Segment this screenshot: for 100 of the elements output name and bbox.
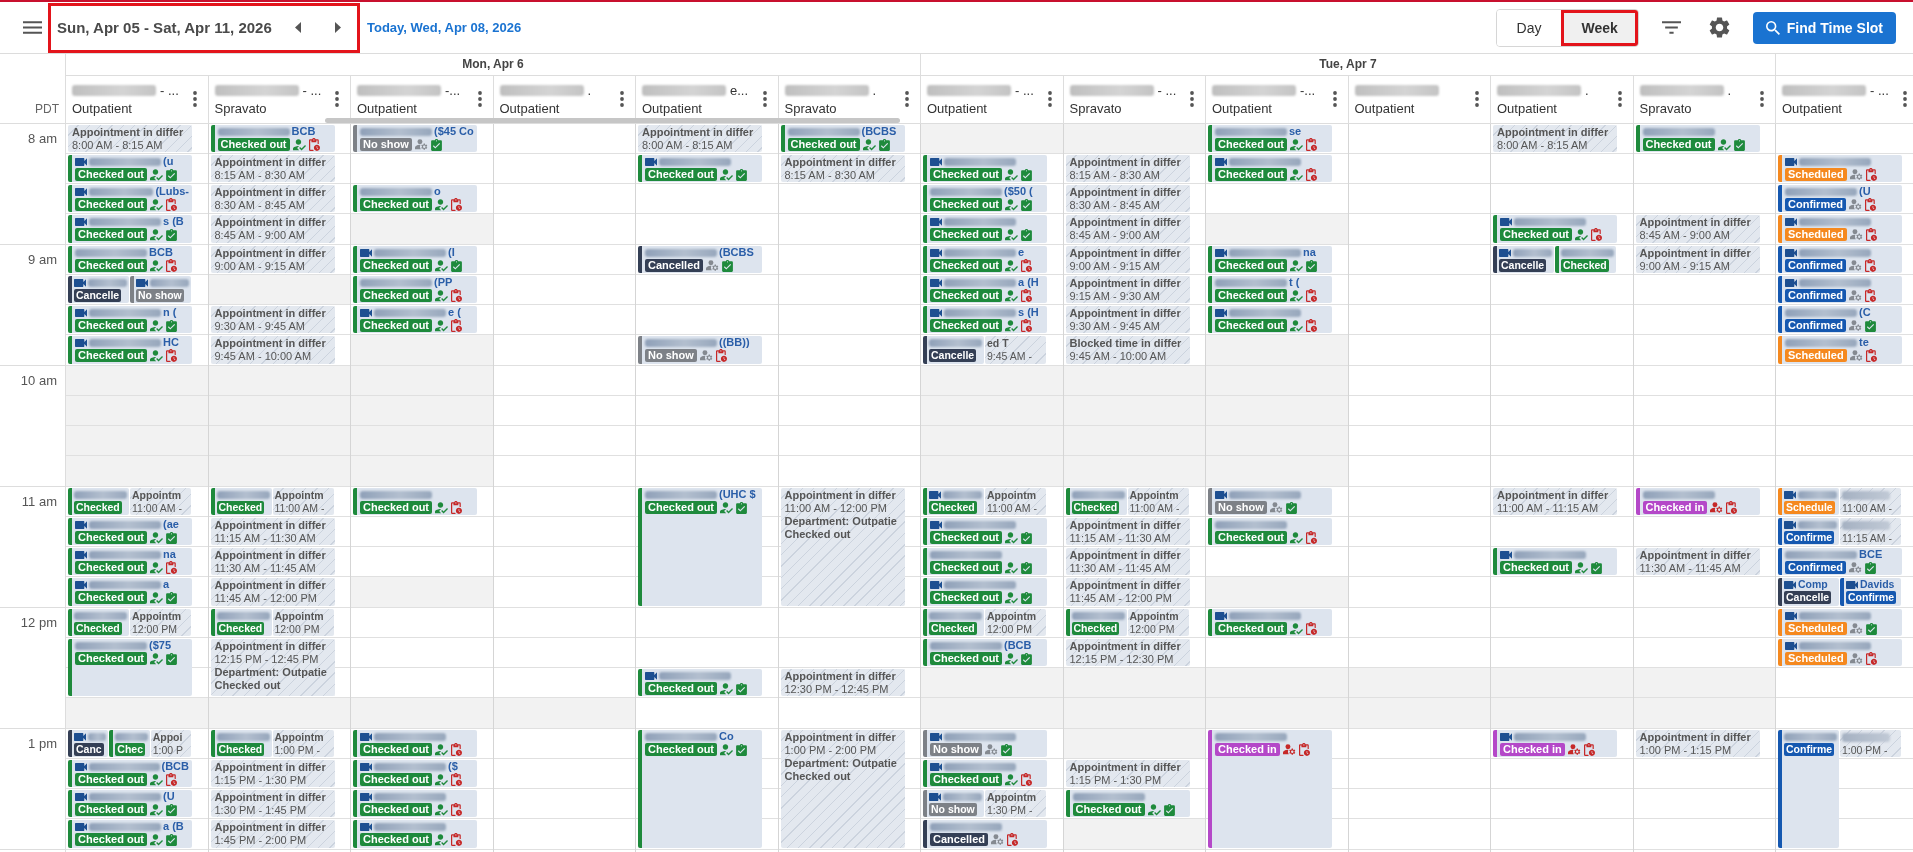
time-slot[interactable]: Cancelle No show [66,275,208,305]
time-slot[interactable]: n ( Checked out [66,305,208,335]
time-slot[interactable]: (C Confirmed [1776,305,1913,335]
time-slot[interactable]: Checked out [351,487,493,517]
appointment-card[interactable]: Checked [210,488,272,515]
time-slot[interactable]: Checked out [1206,608,1348,638]
time-slot[interactable]: Checked out [921,547,1063,577]
time-slot[interactable]: No show Appointm 1:30 PM - [921,789,1063,819]
time-slot[interactable]: Appointment in differ 1:30 PM - 1:45 PM [208,789,350,819]
appointment-card[interactable]: Checked out [1493,548,1617,575]
time-slot[interactable]: BCB Checked out [208,124,350,154]
appointment-card[interactable]: Checked out [638,669,762,696]
time-slot[interactable]: Appointment in differ 8:45 AM - 9:00 AM [208,214,350,245]
time-slot[interactable]: Appointment in differ 8:45 AM - 9:00 AM [1633,214,1775,245]
time-slot[interactable] [1063,124,1205,154]
appointment-card[interactable]: Checked [923,488,984,515]
time-slot[interactable] [351,426,493,456]
appointment-card[interactable]: Checked out [923,548,1047,575]
appointment-card[interactable]: (U Checked out [68,790,192,817]
time-slot[interactable] [1633,698,1775,729]
time-slot[interactable] [351,456,493,487]
department-block[interactable]: Appointment in differ 11:15 AM - 11:30 AM [1065,518,1190,545]
department-block[interactable]: Appointment in differ 8:45 AM - 9:00 AM [210,215,335,243]
appointment-card[interactable]: Checked out [923,518,1047,545]
appointment-card[interactable]: Cancelle [1493,246,1554,273]
time-slot[interactable]: Checked Appointm 12:00 PM [1063,608,1205,638]
time-slot[interactable]: Appointment in differ 11:30 AM - 11:45 AM [208,547,350,577]
department-block[interactable]: Appointment in differ 1:15 PM - 1:30 PM [1065,760,1190,787]
department-block[interactable]: Appointm 11:00 AM - [272,488,334,515]
time-slot[interactable]: Appointment in differ 1:45 PM - 2:00 PM [208,819,350,850]
time-slot[interactable]: Appointment in differ 8:00 AM - 8:15 AM [1491,124,1633,154]
appointment-card[interactable]: Confirme [1778,518,1839,545]
department-block[interactable]: Appointment in differ 9:00 AM - 9:15 AM [1635,246,1760,273]
appointment-card[interactable]: Checked out [353,820,477,848]
time-slot[interactable] [1063,668,1205,698]
menu-button[interactable] [22,18,43,37]
time-slot[interactable] [208,456,350,487]
appointment-card[interactable]: s (H Checked out [923,306,1047,333]
department-block[interactable]: Appointment in differ 9:00 AM - 9:15 AM [210,246,335,273]
time-slot[interactable]: Appointment in differ 12:15 PM - 12:45 PM Department: Outpatie Checked out [208,638,350,698]
time-slot[interactable] [1206,577,1348,608]
department-block[interactable]: Appointment in differ 8:30 AM - 8:45 AM [1065,185,1190,212]
time-slot[interactable] [1206,396,1348,426]
time-slot[interactable]: s (B Checked out [66,214,208,245]
department-block[interactable]: 1:00 PM - [1840,730,1901,757]
time-slot[interactable]: Blocked time in differ 9:45 AM - 10:00 AM [1063,335,1205,366]
time-slot[interactable]: se Checked out [1206,124,1348,154]
time-slot[interactable]: Checked out [351,729,493,759]
time-slot[interactable]: Checked out [1633,124,1775,154]
appointment-card[interactable]: ($50 ( Checked out [923,185,1047,212]
time-slot[interactable]: BCE Confirmed [1776,547,1913,577]
time-slot[interactable] [208,366,350,396]
appointment-card[interactable]: Checked out [1493,215,1617,243]
appointment-card[interactable]: (U Confirmed [1778,185,1902,212]
time-slot[interactable] [1063,426,1205,456]
appointment-card[interactable]: Checked out [923,760,1047,787]
department-block[interactable]: Appointment in differ 8:15 AM - 8:30 AM [210,155,335,182]
appointment-card[interactable]: Davids Confirme [1840,578,1901,606]
appointment-card[interactable]: Checked out [1208,306,1332,333]
appointment-card[interactable]: s (B Checked out [68,215,192,243]
time-slot[interactable]: Appointment in differ 9:45 AM - 10:00 AM [208,335,350,366]
appointment-card[interactable]: se Checked out [1208,125,1332,152]
department-block[interactable]: Appoi 1:00 P [150,730,191,757]
department-block[interactable]: Appointment in differ 8:45 AM - 9:00 AM [1635,215,1760,243]
appointment-card[interactable]: Checked [1555,246,1616,273]
appointment-card[interactable]: (ae Checked out [68,518,192,545]
department-block[interactable]: Blocked time in differ 9:45 AM - 10:00 AM [1065,336,1190,364]
time-slot[interactable]: Appointment in differ 8:30 AM - 8:45 AM [1063,184,1205,214]
appointment-card[interactable]: e Checked out [923,246,1047,273]
appointment-card[interactable]: t ( Checked out [1208,276,1332,303]
time-slot[interactable] [351,335,493,366]
time-slot[interactable] [351,214,493,245]
time-slot[interactable]: Checked out [921,577,1063,608]
time-slot[interactable] [208,426,350,456]
time-slot[interactable]: (BCB Checked out [66,759,208,789]
time-slot[interactable]: Confirmed [1776,245,1913,275]
department-block[interactable]: Appointment in differ 11:30 AM - 11:45 AM [1635,548,1760,575]
department-block[interactable]: Appointment in differ 12:15 PM - 12:30 PM [1065,639,1190,666]
appointment-card[interactable]: No show [923,790,984,817]
time-slot[interactable]: Appointment in differ 9:30 AM - 9:45 AM [1063,305,1205,335]
time-slot[interactable]: Appointment in differ 9:15 AM - 9:30 AM [1063,275,1205,305]
appointment-card[interactable]: No show [923,730,1047,757]
time-slot[interactable] [921,366,1063,396]
department-block[interactable]: Appointment in differ 1:45 PM - 2:00 PM [210,820,335,848]
department-block[interactable]: Appointm 11:00 AM - [130,488,191,515]
time-slot[interactable] [1491,698,1633,729]
time-slot[interactable]: Checked Appointm 11:00 AM - [66,487,208,517]
department-block[interactable]: Appointm 12:00 PM [130,609,191,636]
department-block[interactable]: Appointm 11:00 AM - [985,488,1046,515]
time-slot[interactable]: Cancelle ed T 9:45 AM - [921,335,1063,366]
time-slot[interactable]: (U Confirmed [1776,184,1913,214]
time-slot[interactable]: Checked out [351,789,493,819]
time-slot[interactable]: na Checked out [1206,245,1348,275]
appointment-card[interactable]: a (H Checked out [923,276,1047,303]
time-slot[interactable]: Schedule 11:00 AM - [1776,487,1913,517]
time-slot[interactable]: e Checked out [921,245,1063,275]
time-slot[interactable]: (ae Checked out [66,517,208,547]
appointment-card[interactable]: na Checked out [68,548,192,575]
appointment-card[interactable]: (BCB Checked out [68,760,192,787]
department-block[interactable]: Appointm 11:00 AM - [1127,488,1189,515]
